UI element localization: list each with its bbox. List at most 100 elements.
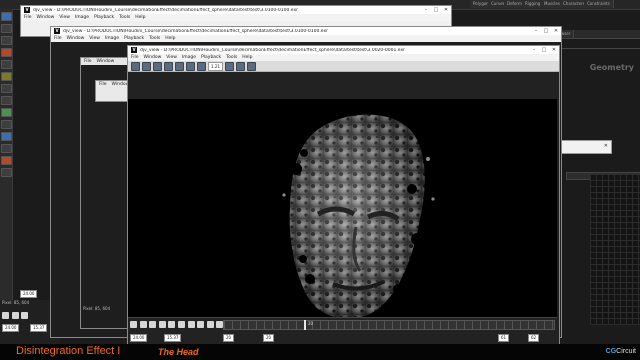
render-tool-icon[interactable]	[1, 168, 12, 177]
main-titlebar: Vdjv_view - D:\PRODUCTION\Houdini_Course…	[128, 46, 559, 54]
menu-image[interactable]: Image	[182, 55, 196, 60]
view-tool-icon[interactable]	[1, 84, 12, 93]
pose-tool-icon[interactable]	[1, 60, 12, 69]
menu-help[interactable]: Help	[135, 15, 145, 20]
menu-file[interactable]: File	[54, 36, 62, 41]
playhead[interactable]	[304, 320, 306, 330]
menu-bar: File Window View Image Playback Tools He…	[21, 14, 451, 21]
zoom-out-icon[interactable]	[186, 61, 195, 71]
maximize-icon[interactable]: □	[431, 7, 441, 13]
display-tool-icon[interactable]	[1, 132, 12, 141]
in-frame-field[interactable]: 20	[223, 334, 235, 342]
step-forward-icon[interactable]	[168, 321, 176, 328]
menu-help[interactable]: Help	[242, 55, 252, 60]
menu-image[interactable]: Image	[105, 36, 119, 41]
play-forward-icon[interactable]	[149, 321, 157, 328]
last-frame-field[interactable]: 62	[528, 334, 540, 342]
stop-icon[interactable]	[139, 321, 147, 328]
frame-start-field[interactable]: 24.00	[130, 334, 148, 342]
channel-icon[interactable]	[224, 61, 234, 71]
close-file-icon[interactable]	[153, 61, 162, 71]
main-window-title: djv_view - D:\PRODUCTION\Houdini_Course\…	[140, 47, 405, 53]
play-back-icon[interactable]	[2, 312, 9, 319]
minimize-icon[interactable]: –	[529, 47, 539, 53]
menu-window[interactable]: Window	[67, 36, 85, 41]
end-frame-icon[interactable]	[197, 321, 205, 328]
play-reverse-icon[interactable]	[130, 321, 137, 328]
maximize-icon[interactable]: □	[541, 28, 551, 34]
fit-icon[interactable]	[164, 61, 173, 71]
zoom-reset-icon[interactable]	[197, 61, 206, 71]
frame-field[interactable]: 24.00	[20, 290, 38, 298]
main-menu-bar: File Window View Image Playback Tools He…	[128, 54, 559, 61]
info-icon[interactable]	[246, 61, 256, 71]
loop-icon[interactable]	[177, 321, 185, 328]
viewport-grid	[590, 175, 640, 325]
light-tool-icon[interactable]	[1, 120, 12, 129]
menu-image[interactable]: Image	[75, 15, 89, 20]
move-tool-icon[interactable]	[1, 24, 12, 33]
djv-main-window[interactable]: Vdjv_view - D:\PRODUCTION\Houdini_Course…	[127, 45, 560, 346]
menu-window[interactable]: Window	[97, 59, 115, 64]
grid-tool-icon[interactable]	[1, 144, 12, 153]
handle-tool-icon[interactable]	[1, 48, 12, 57]
context-label: Geometry	[589, 63, 634, 72]
menu-tools[interactable]: Tools	[119, 15, 130, 20]
menu-window[interactable]: Window	[37, 15, 55, 20]
menu-view[interactable]: View	[59, 15, 70, 20]
shelf-tab-constraints[interactable]: Constraints	[584, 0, 614, 8]
menu-view[interactable]: View	[166, 55, 177, 60]
timeline-ticks	[224, 321, 554, 329]
stop-icon[interactable]	[11, 312, 19, 319]
minimize-icon[interactable]: –	[421, 7, 431, 13]
pixel-readout: Pixel: 85, 604	[2, 300, 30, 305]
menu-window[interactable]: Window	[144, 55, 162, 60]
snap-tool-icon[interactable]	[1, 96, 12, 105]
close-icon[interactable]: ✕	[441, 7, 451, 13]
minimize-icon[interactable]: –	[531, 28, 541, 34]
menu-playback[interactable]: Playback	[201, 55, 221, 60]
playhead-label: 20	[308, 321, 314, 326]
zoom-in-icon[interactable]	[175, 61, 184, 71]
select-tool-icon[interactable]	[1, 12, 12, 21]
start-frame-icon[interactable]	[187, 321, 195, 328]
in-point-icon[interactable]	[206, 321, 214, 328]
fps-field[interactable]: 15.37	[164, 334, 182, 342]
rotate-tool-icon[interactable]	[1, 36, 12, 45]
divider	[560, 48, 640, 49]
menu-file[interactable]: File	[99, 82, 107, 87]
close-icon[interactable]: ✕	[604, 143, 608, 149]
menu-file[interactable]: File	[131, 55, 139, 60]
maximize-icon[interactable]: □	[539, 47, 549, 53]
menu-tools[interactable]: Tools	[149, 36, 160, 41]
menu-view[interactable]: View	[89, 36, 100, 41]
image-viewer[interactable]	[128, 99, 557, 343]
window-title: djv_view - D:\PRODUCTION\Houdini_Course\…	[33, 7, 298, 13]
menu-playback[interactable]: Playback	[124, 36, 144, 41]
menu-tools[interactable]: Tools	[226, 55, 237, 60]
menu-bar: File Window	[96, 81, 131, 88]
brand-name: Circuit	[616, 348, 636, 355]
banner-subtitle: The Head	[158, 347, 199, 357]
current-frame-field[interactable]: 20	[263, 334, 275, 342]
open-file-icon[interactable]	[131, 61, 140, 71]
close-icon[interactable]: ✕	[551, 28, 561, 34]
menu-file[interactable]: File	[24, 15, 32, 20]
timeline-slider[interactable]: 20	[223, 320, 555, 330]
brush-tool-icon[interactable]	[1, 72, 12, 81]
end-frame-field[interactable]: 61	[498, 334, 510, 342]
menu-playback[interactable]: Playback	[94, 15, 114, 20]
display-profile-icon[interactable]	[235, 61, 245, 71]
frame-value-field[interactable]: 24.00	[2, 324, 20, 332]
disintegrating-head	[282, 114, 435, 319]
menu-help[interactable]: Help	[165, 36, 175, 41]
record-tool-icon[interactable]	[1, 156, 12, 165]
reload-icon[interactable]	[142, 61, 151, 71]
menu-file[interactable]: File	[84, 59, 92, 64]
fps-field[interactable]: 15.37	[30, 324, 48, 332]
play-icon[interactable]	[21, 312, 29, 319]
close-icon[interactable]: ✕	[549, 47, 559, 53]
camera-tool-icon[interactable]	[1, 108, 12, 117]
zoom-field[interactable]: 1.21	[208, 61, 223, 71]
step-back-icon[interactable]	[158, 321, 166, 328]
